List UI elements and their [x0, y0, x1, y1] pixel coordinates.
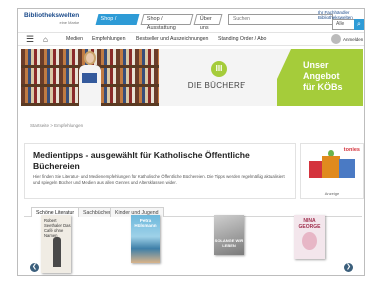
figure-icon — [53, 237, 61, 267]
carousel-prev-button[interactable]: ❮ — [30, 263, 39, 272]
chevron-right-icon: ❯ — [345, 264, 352, 270]
chevron-left-icon: ❮ — [31, 264, 38, 270]
woman-reading-image — [78, 51, 102, 106]
breadcrumb[interactable]: Startseite > Empfehlungen — [30, 123, 83, 128]
ad-caption: Anzeige — [324, 191, 340, 196]
book-cover-2[interactable]: Petra Hülsmann — [131, 215, 160, 263]
hero-banner[interactable]: III DIE BÜCHEREI Unser Angebot für KÖBs — [21, 49, 363, 106]
logo-subtitle: eine Marke — [59, 20, 80, 25]
book-cover-4[interactable]: NINA GEORGE — [294, 215, 325, 259]
tab-ueber-uns[interactable]: Über uns — [193, 14, 223, 31]
main-nav: ☰ ⌂ Medien Empfehlungen Bestseller und A… — [18, 32, 364, 46]
tab-shop-ausstattung[interactable]: Shop / Ausstattung — [140, 14, 194, 31]
logo-text: Bibliothekswelten — [24, 12, 80, 19]
nav-item-standing-order[interactable]: Standing Order / Abo — [218, 36, 266, 43]
tonies-logo: tonies — [343, 147, 360, 153]
tonies-ad[interactable]: tonies Anzeige — [300, 143, 364, 199]
nav-item-medien[interactable]: Medien — [66, 36, 83, 43]
user-label[interactable]: Anmelden — [343, 37, 363, 42]
intro-text: Hier finden Sie Literatur- und Medienemp… — [33, 174, 285, 185]
tree-icon — [302, 232, 317, 250]
tab-shop-medien[interactable]: Shop / Medien — [95, 14, 140, 33]
search-icon: ⌕ — [357, 21, 361, 28]
user-avatar-icon[interactable] — [331, 34, 341, 44]
search-scope-select[interactable]: Alle — [332, 19, 355, 30]
page-title: Medientipps - ausgewählt für Katholische… — [33, 150, 250, 171]
nav-item-bestseller[interactable]: Bestseller und Auszeichnungen — [136, 36, 208, 43]
book-cover-3[interactable]: SOLANGE WIR LEBEN — [214, 215, 244, 255]
search-button[interactable]: ⌕ — [354, 19, 364, 30]
top-bar: Bibliothekswelten eine Marke Shop / Medi… — [18, 9, 364, 33]
banner-headline: Unser Angebot für KÖBs — [303, 60, 343, 92]
buecherei-logo-icon: III — [211, 61, 227, 77]
nav-item-empfehlungen[interactable]: Empfehlungen — [92, 36, 125, 43]
toniebox-red — [309, 161, 323, 178]
intro-card: Medientipps - ausgewählt für Katholische… — [24, 143, 296, 199]
book-cover-1[interactable]: Robert Seethaler Das Café ohne Namen — [41, 215, 71, 273]
site-logo[interactable]: Bibliothekswelten eine Marke — [24, 12, 79, 26]
carousel-next-button[interactable]: ❯ — [344, 263, 353, 272]
menu-icon[interactable]: ☰ — [26, 35, 34, 44]
toniebox-blue — [339, 159, 355, 178]
toniebox-orange — [322, 156, 340, 178]
home-icon[interactable]: ⌂ — [43, 35, 48, 44]
